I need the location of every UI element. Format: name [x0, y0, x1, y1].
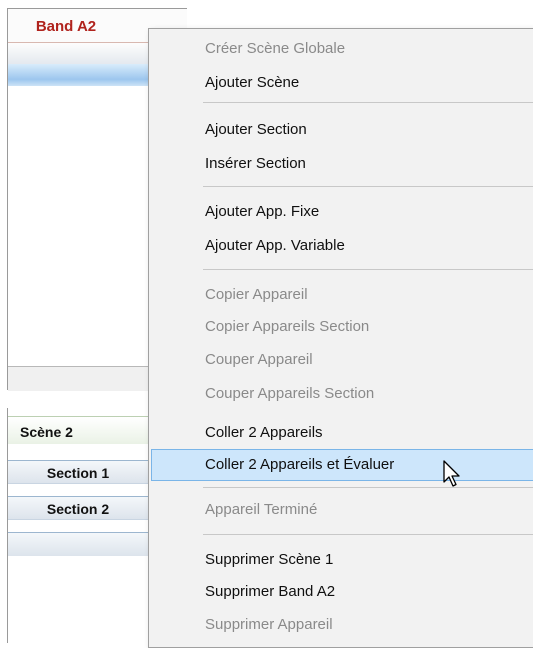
menu-separator: [203, 186, 533, 187]
menu-item-add-scene[interactable]: Ajouter Scène: [151, 67, 533, 99]
band-tab[interactable]: Band A2: [18, 14, 114, 42]
section-1-button[interactable]: Section 1: [8, 460, 148, 484]
menu-item-cut-device[interactable]: Couper Appareil: [151, 344, 533, 376]
menu-item-device-finished[interactable]: Appareil Terminé: [151, 494, 533, 526]
scene-label[interactable]: Scène 2: [8, 416, 148, 444]
menu-item-delete-band[interactable]: Supprimer Band A2: [151, 576, 533, 608]
menu-item-insert-section[interactable]: Insérer Section: [151, 148, 533, 180]
menu-item-create-global-scene[interactable]: Créer Scène Globale: [151, 33, 533, 65]
menu-item-cut-section-devices[interactable]: Couper Appareils Section: [151, 378, 533, 410]
menu-separator: [203, 102, 533, 103]
menu-separator: [203, 487, 533, 488]
arrow-pointer-icon: [443, 460, 460, 487]
band-panel: Band A2 Scène 2 Section 1 Section 2: [0, 0, 187, 643]
menu-item-add-variable-device[interactable]: Ajouter App. Variable: [151, 230, 533, 262]
menu-item-copy-section-devices[interactable]: Copier Appareils Section: [151, 311, 533, 343]
menu-item-delete-scene[interactable]: Supprimer Scène 1: [151, 544, 533, 576]
menu-item-add-section[interactable]: Ajouter Section: [151, 114, 533, 146]
section-2-button[interactable]: Section 2: [8, 496, 148, 520]
menu-item-add-fixed-device[interactable]: Ajouter App. Fixe: [151, 196, 533, 228]
menu-item-copy-device[interactable]: Copier Appareil: [151, 279, 533, 311]
menu-item-paste-and-evaluate[interactable]: Coller 2 Appareils et Évaluer: [151, 449, 533, 481]
menu-item-delete-device[interactable]: Supprimer Appareil: [151, 609, 533, 641]
menu-item-paste-devices[interactable]: Coller 2 Appareils: [151, 417, 533, 449]
menu-separator: [203, 534, 533, 535]
menu-separator: [203, 269, 533, 270]
section-empty-button[interactable]: [8, 532, 148, 556]
context-menu: Créer Scène Globale Ajouter Scène Ajoute…: [148, 28, 533, 648]
